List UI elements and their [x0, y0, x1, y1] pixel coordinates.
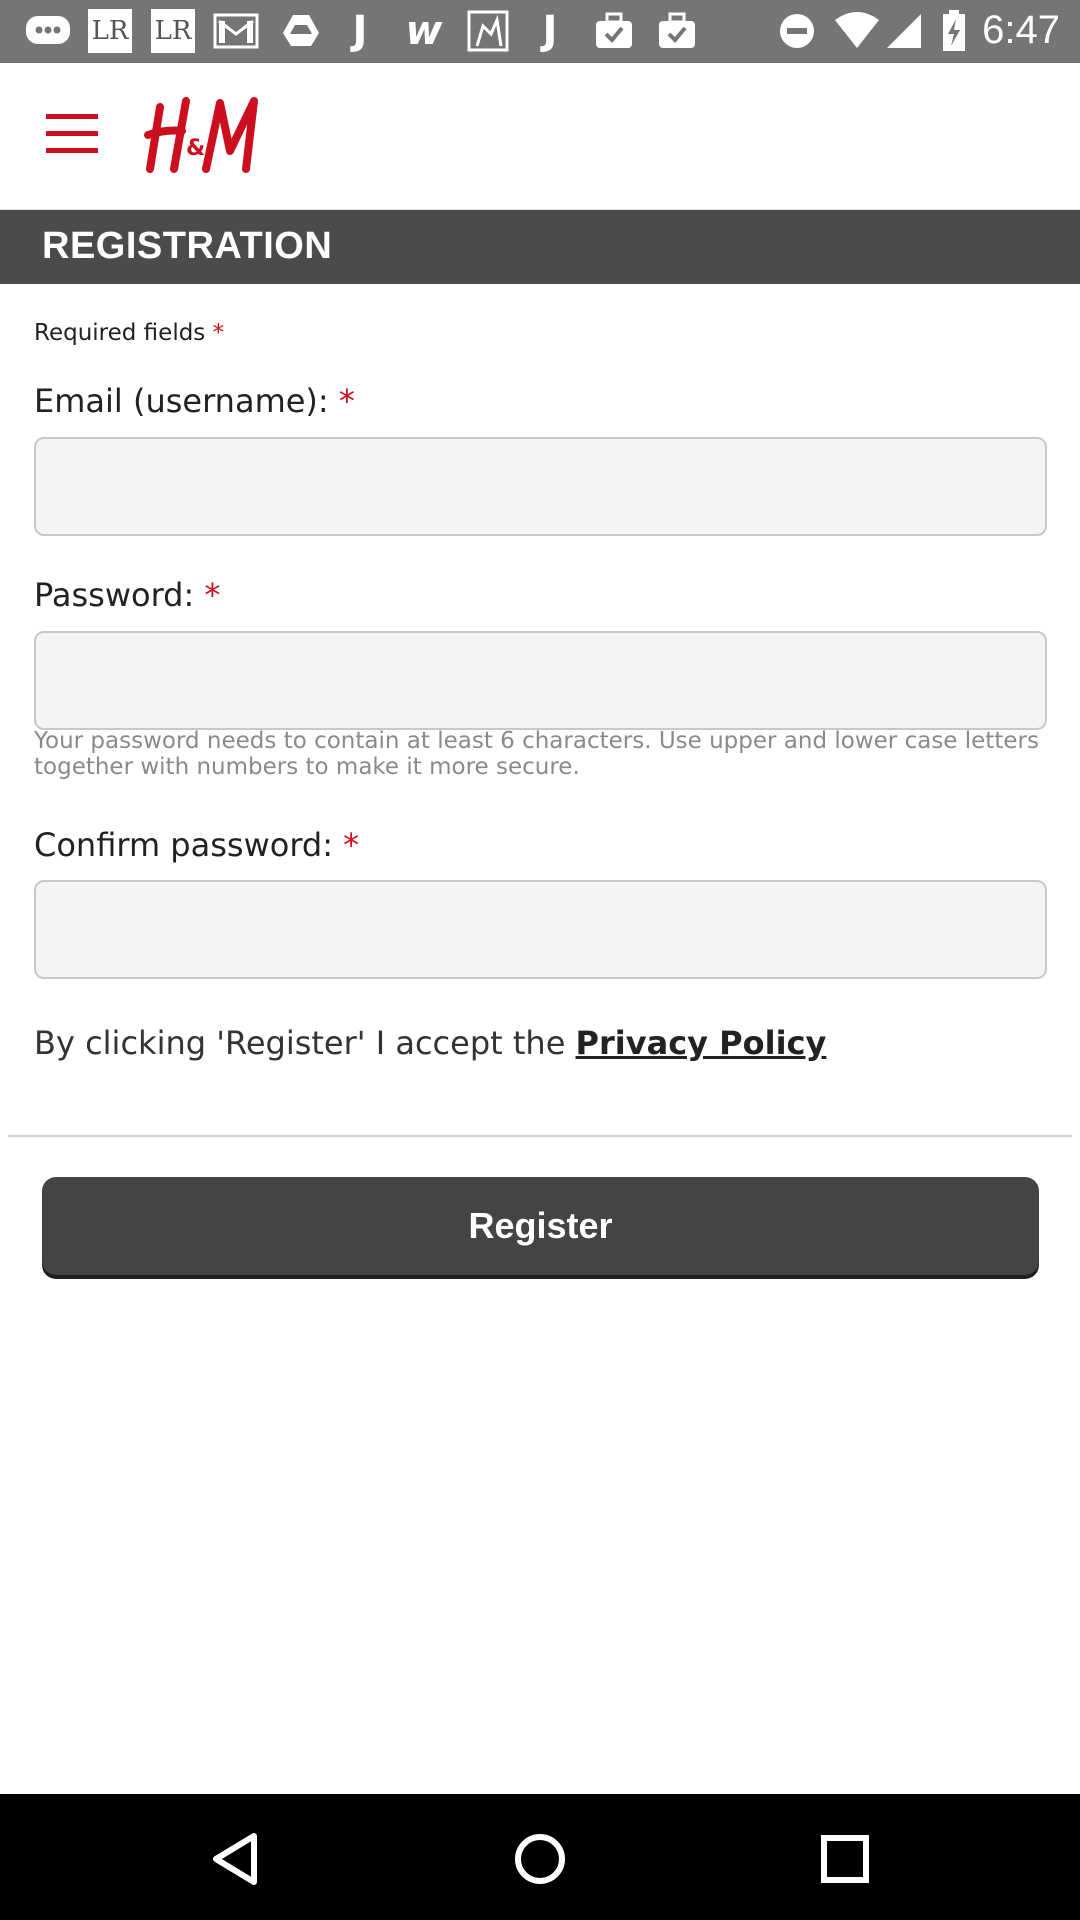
- privacy-policy-link[interactable]: Privacy Policy: [576, 1024, 827, 1062]
- lr-icon: LR: [151, 9, 195, 53]
- home-icon[interactable]: [505, 1824, 575, 1894]
- chat-bubble-icon: [24, 10, 72, 52]
- gmail-icon: [212, 10, 260, 52]
- wifi-icon: [832, 10, 882, 52]
- drive-icon: [278, 10, 324, 52]
- page-title: REGISTRATION: [42, 225, 333, 267]
- page-title-bar: REGISTRATION: [0, 210, 1080, 284]
- required-fields-text: Required fields: [34, 320, 206, 346]
- confirm-password-label: Confirm password: *: [34, 826, 359, 864]
- confirm-password-field[interactable]: [34, 880, 1047, 979]
- email-field[interactable]: [34, 437, 1047, 536]
- image-icon: [465, 10, 511, 52]
- system-nav-bar: [0, 1794, 1080, 1920]
- divider: [8, 1135, 1072, 1137]
- do-not-disturb-icon: [776, 10, 818, 52]
- confirm-password-label-text: Confirm password:: [34, 826, 333, 864]
- password-field[interactable]: [34, 631, 1047, 730]
- privacy-policy-statement: By clicking 'Register' I accept the Priv…: [34, 1024, 826, 1062]
- privacy-policy-text: By clicking 'Register' I accept the: [34, 1024, 576, 1062]
- required-marker: *: [338, 382, 355, 420]
- status-time: 6:47: [982, 8, 1060, 52]
- hm-logo[interactable]: &: [142, 93, 272, 178]
- j-icon: J: [542, 8, 558, 54]
- recents-icon[interactable]: [810, 1824, 880, 1894]
- required-marker: *: [212, 320, 225, 346]
- hamburger-menu-icon[interactable]: [46, 114, 98, 154]
- j-icon: J: [352, 8, 368, 54]
- required-marker: *: [343, 826, 360, 864]
- required-marker: *: [204, 576, 221, 614]
- signal-icon: [884, 10, 924, 52]
- status-bar: LR LR J w J 6:47: [0, 0, 1080, 63]
- w-icon: w: [405, 8, 443, 54]
- back-icon[interactable]: [200, 1824, 270, 1894]
- password-label-text: Password:: [34, 576, 195, 614]
- briefcase-check-icon: [592, 10, 636, 52]
- password-hint: Your password needs to contain at least …: [34, 728, 1039, 780]
- app-header: &: [0, 63, 1080, 210]
- lr-icon: LR: [88, 9, 132, 53]
- svg-text:&: &: [186, 136, 205, 161]
- briefcase-check-icon: [655, 10, 699, 52]
- battery-charging-icon: [940, 10, 968, 52]
- register-button[interactable]: Register: [42, 1177, 1039, 1275]
- email-label-text: Email (username):: [34, 382, 329, 420]
- required-fields-note: Required fields *: [34, 320, 224, 346]
- email-label: Email (username): *: [34, 382, 355, 420]
- password-label: Password: *: [34, 576, 220, 614]
